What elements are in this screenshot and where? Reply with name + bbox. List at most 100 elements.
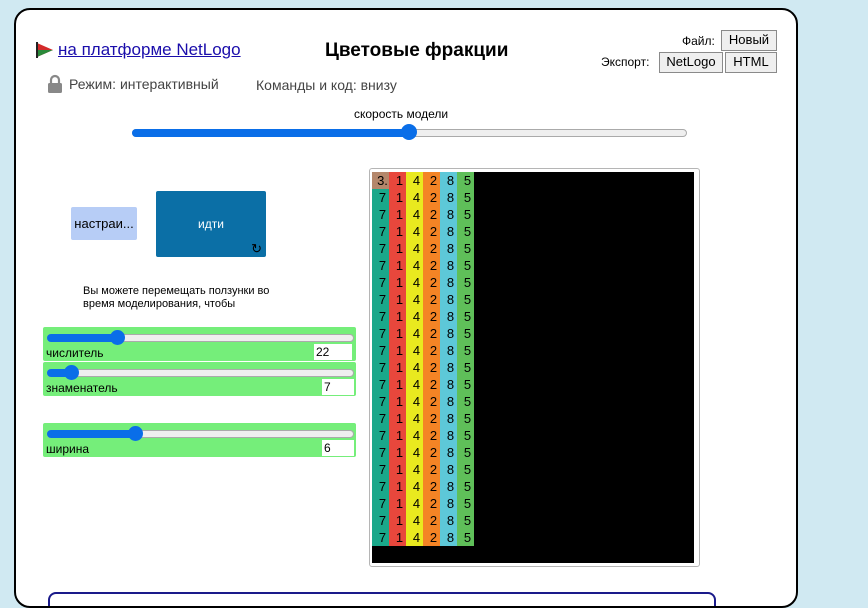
patch-label: 7: [379, 190, 386, 205]
patch-label: 8: [447, 394, 454, 409]
patch-label: 7: [379, 394, 386, 409]
patch-label: 4: [413, 496, 420, 511]
patch-label: 8: [447, 428, 454, 443]
patch-label: 4: [413, 445, 420, 460]
patch-label: 1: [396, 360, 403, 375]
patch-label: 1: [396, 241, 403, 256]
netlogo-platform-link[interactable]: на платформе NetLogo: [36, 40, 241, 60]
patch-label: 4: [413, 411, 420, 426]
patch-label: 1: [396, 377, 403, 392]
patch-label: 8: [447, 241, 454, 256]
export-html-button[interactable]: HTML: [725, 52, 777, 73]
patch-label: 7: [379, 479, 386, 494]
patch-label: 2: [430, 190, 437, 205]
patch-label: 8: [447, 207, 454, 222]
file-label: Файл:: [682, 34, 715, 48]
numerator-value[interactable]: 22: [314, 344, 352, 360]
info-note: Вы можете перемещать ползунки во время м…: [83, 285, 270, 310]
netlogo-logo-icon: [36, 42, 53, 58]
patch-label: 7: [379, 462, 386, 477]
patch-label: 5: [464, 326, 471, 341]
patch-label: 1: [396, 394, 403, 409]
patch-label: 5: [464, 428, 471, 443]
patch-label: 3.: [377, 173, 388, 188]
speed-slider-thumb[interactable]: [400, 124, 417, 140]
patch-label: 7: [379, 224, 386, 239]
patch-label: 8: [447, 445, 454, 460]
patch-label: 2: [430, 445, 437, 460]
patch-label: 4: [413, 530, 420, 545]
export-netlogo-button[interactable]: NetLogo: [659, 52, 723, 73]
denominator-slider[interactable]: знаменатель 7: [43, 362, 356, 396]
patch-label: 4: [413, 173, 420, 188]
patch-label: 4: [413, 241, 420, 256]
patch-label: 5: [464, 224, 471, 239]
patch-label: 1: [396, 224, 403, 239]
patch-label: 7: [379, 207, 386, 222]
patch-label: 4: [413, 326, 420, 341]
patch-label: 4: [413, 207, 420, 222]
world-view[interactable]: 3.77777777777777777777711111111111111111…: [372, 172, 694, 563]
patch-label: 2: [430, 224, 437, 239]
patch-label: 2: [430, 394, 437, 409]
patch-label: 2: [430, 360, 437, 375]
patch-label: 1: [396, 343, 403, 358]
patch-label: 1: [396, 275, 403, 290]
patch-label: 4: [413, 343, 420, 358]
patch-label: 2: [430, 377, 437, 392]
patch-label: 5: [464, 394, 471, 409]
patch-label: 2: [430, 275, 437, 290]
patch-label: 5: [464, 275, 471, 290]
patch-label: 7: [379, 428, 386, 443]
patch-label: 7: [379, 258, 386, 273]
patch-label: 5: [464, 241, 471, 256]
width-slider[interactable]: ширина 6: [43, 423, 356, 457]
patch-label: 4: [413, 292, 420, 307]
patch-label: 8: [447, 343, 454, 358]
page-title: Цветовые фракции: [325, 40, 509, 61]
patch-label: 7: [379, 530, 386, 545]
slider-thumb[interactable]: [128, 426, 144, 441]
denominator-value[interactable]: 7: [322, 379, 354, 395]
patch-label: 7: [379, 377, 386, 392]
denominator-label: знаменатель: [46, 381, 118, 395]
commands-code-toggle[interactable]: Команды и код: внизу: [256, 77, 397, 93]
mode-toggle[interactable]: Режим: интерактивный: [47, 74, 219, 94]
patch-label: 2: [430, 207, 437, 222]
go-button[interactable]: идти ↻: [156, 191, 266, 257]
patch-label: 2: [430, 343, 437, 358]
patch-label: 7: [379, 411, 386, 426]
patch-label: 2: [430, 530, 437, 545]
width-value[interactable]: 6: [322, 440, 354, 456]
patch-label: 1: [396, 411, 403, 426]
new-button[interactable]: Новый: [721, 30, 777, 51]
patch-label: 7: [379, 513, 386, 528]
setup-button[interactable]: настраи...: [71, 207, 137, 240]
numerator-label: числитель: [46, 346, 104, 360]
patch-label: 1: [396, 428, 403, 443]
patch-label: 7: [379, 360, 386, 375]
patch-label: 5: [464, 360, 471, 375]
slider-thumb[interactable]: [64, 365, 80, 380]
patch-label: 5: [464, 462, 471, 477]
patch-label: 4: [413, 275, 420, 290]
slider-track: [47, 369, 354, 377]
patch-label: 1: [396, 207, 403, 222]
patch-label: 5: [464, 377, 471, 392]
patch-label: 1: [396, 326, 403, 341]
patch-label: 4: [413, 394, 420, 409]
numerator-slider[interactable]: числитель 22: [43, 327, 356, 361]
patch-label: 5: [464, 513, 471, 528]
speed-slider-fill: [132, 129, 409, 137]
patch-label: 8: [447, 258, 454, 273]
netlogo-link-label[interactable]: на платформе NetLogo: [58, 40, 241, 60]
patch-label: 2: [430, 292, 437, 307]
width-label: ширина: [46, 442, 90, 456]
patch-label: 7: [379, 275, 386, 290]
patch-label: 4: [413, 309, 420, 324]
patch-label: 8: [447, 530, 454, 545]
patch-label: 8: [447, 326, 454, 341]
patch-label: 2: [430, 309, 437, 324]
slider-thumb[interactable]: [110, 330, 126, 345]
patch-label: 2: [430, 411, 437, 426]
